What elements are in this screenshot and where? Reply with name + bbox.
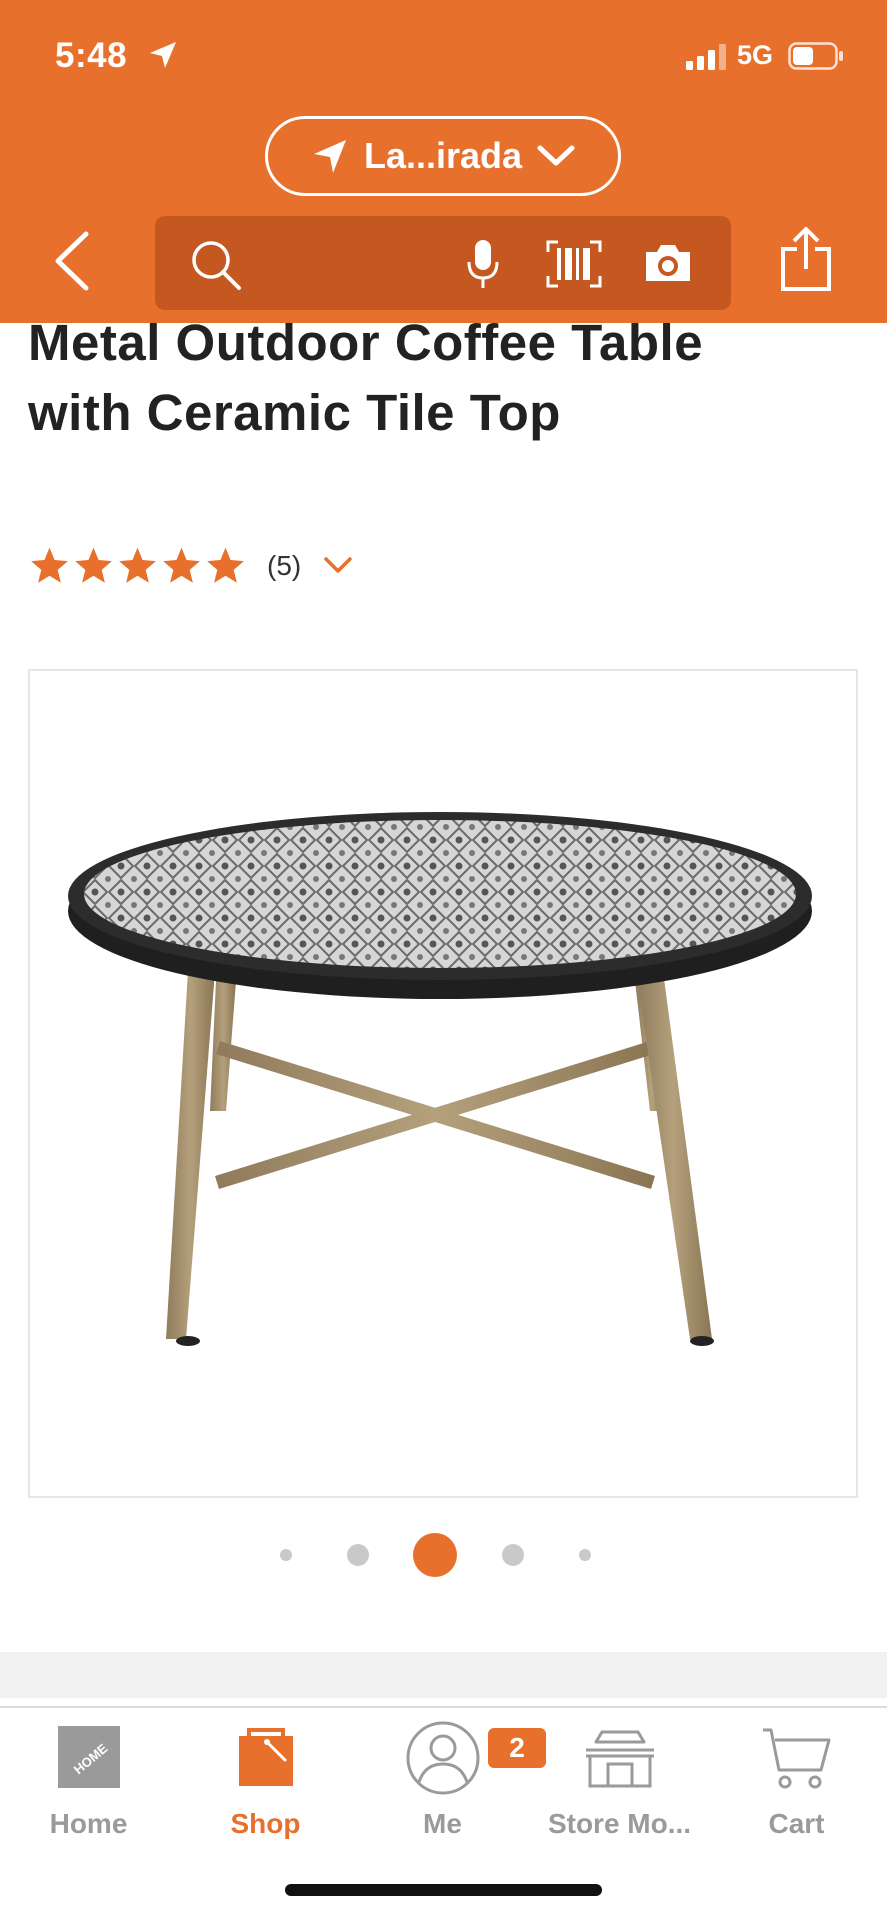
star-icon xyxy=(119,547,156,583)
camera-icon[interactable] xyxy=(642,242,694,284)
app-header: 5:48 5G La...irada xyxy=(0,0,887,323)
search-bar[interactable] xyxy=(155,216,731,310)
shop-bag-icon xyxy=(238,1728,293,1786)
barcode-scan-icon[interactable] xyxy=(546,240,602,288)
chevron-down-icon[interactable] xyxy=(323,556,353,576)
tab-label: Me xyxy=(423,1808,462,1839)
location-label: La...irada xyxy=(363,135,523,176)
network-type: 5G xyxy=(737,40,774,70)
carousel-dot-active[interactable] xyxy=(413,1533,457,1577)
tab-home[interactable]: HOME Home xyxy=(0,1708,177,1858)
review-count: (5) xyxy=(267,550,302,581)
product-rating[interactable]: (5) xyxy=(28,538,353,594)
star-icon xyxy=(163,547,200,583)
home-depot-logo-icon: HOME xyxy=(57,1726,120,1788)
product-title: Metal Outdoor Coffee Table with Ceramic … xyxy=(28,314,704,441)
star-icon xyxy=(75,547,112,583)
cart-icon xyxy=(762,1728,830,1789)
cellular-signal-icon xyxy=(686,44,726,70)
status-bar: 5:48 5G xyxy=(0,0,887,110)
microphone-icon[interactable] xyxy=(466,238,500,290)
carousel-dot[interactable] xyxy=(502,1544,524,1566)
star-rating xyxy=(28,545,247,587)
store-location-selector[interactable]: La...irada xyxy=(265,116,621,196)
battery-icon xyxy=(788,42,843,70)
search-icon xyxy=(192,241,241,290)
location-arrow-icon xyxy=(313,140,346,173)
status-time: 5:48 xyxy=(55,36,128,75)
star-icon xyxy=(207,547,244,583)
section-divider xyxy=(0,1652,887,1698)
coffee-table-image xyxy=(68,812,812,1346)
carousel-dot[interactable] xyxy=(347,1544,369,1566)
carousel-pagination[interactable] xyxy=(0,1530,887,1580)
tab-label: Home xyxy=(49,1808,128,1839)
home-indicator[interactable] xyxy=(285,1884,602,1896)
user-icon xyxy=(406,1721,479,1795)
star-icon xyxy=(31,547,68,583)
store-icon xyxy=(585,1730,654,1788)
notification-badge: 2 xyxy=(488,1728,546,1768)
chevron-down-icon xyxy=(537,145,575,166)
tab-label: Cart xyxy=(768,1808,825,1839)
tab-label: Shop xyxy=(230,1808,301,1839)
tab-store-mode[interactable]: Store Mo... xyxy=(531,1708,708,1858)
location-services-icon xyxy=(150,42,176,68)
carousel-dot[interactable] xyxy=(280,1549,292,1561)
product-image[interactable] xyxy=(28,669,858,1498)
tab-shop[interactable]: Shop xyxy=(177,1708,354,1858)
tab-cart[interactable]: Cart xyxy=(708,1708,885,1858)
back-arrow-icon[interactable] xyxy=(48,228,94,294)
tab-label: Store Mo... xyxy=(547,1808,692,1839)
share-icon[interactable] xyxy=(779,225,833,295)
carousel-dot[interactable] xyxy=(579,1549,591,1561)
